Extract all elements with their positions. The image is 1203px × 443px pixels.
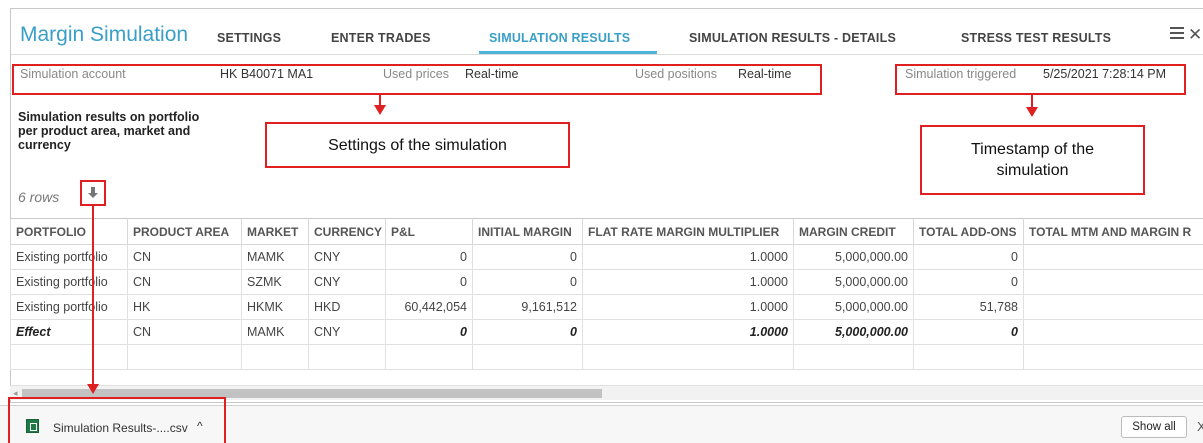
close-download-bar-icon[interactable]: X — [1197, 419, 1203, 434]
cell-pnl: 0 — [385, 244, 473, 270]
cell-margin-credit: 5,000,000.00 — [793, 244, 914, 270]
cell-total-mtm — [1023, 294, 1203, 320]
cell-pnl: 60,442,054 — [385, 294, 473, 320]
rows-count: 6 rows — [18, 189, 60, 205]
cell-total-mtm — [1023, 244, 1203, 270]
cell-currency: CNY — [308, 319, 386, 345]
cell-total-addons: 0 — [913, 319, 1024, 345]
tab-settings[interactable]: SETTINGS — [217, 31, 281, 45]
cell-market: HKMK — [241, 294, 309, 320]
col-header-pnl[interactable]: P&L — [385, 218, 473, 245]
table-row[interactable]: Existing portfolio CN MAMK CNY 0 0 1.000… — [10, 244, 1203, 270]
col-header-margin-credit[interactable]: MARGIN CREDIT — [793, 218, 914, 245]
tab-simulation-results[interactable]: SIMULATION RESULTS — [489, 31, 630, 45]
timestamp-callout-line1: Timestamp of the — [970, 141, 1094, 158]
tab-simulation-results-details[interactable]: SIMULATION RESULTS - DETAILS — [689, 31, 896, 45]
col-header-initial-margin[interactable]: INITIAL MARGIN — [472, 218, 583, 245]
download-file-highlight-box — [8, 397, 226, 443]
cell-margin-credit: 5,000,000.00 — [793, 269, 914, 295]
close-icon[interactable]: ✕ — [1188, 25, 1202, 45]
table-row-effect[interactable]: Effect CN MAMK CNY 0 0 1.0000 5,000,000.… — [10, 319, 1203, 345]
cell-pnl: 0 — [385, 269, 473, 295]
col-header-flat-rate[interactable]: FLAT RATE MARGIN MULTIPLIER — [582, 218, 794, 245]
cell-total-mtm — [1023, 319, 1203, 345]
download-arrow-line — [92, 206, 94, 386]
col-header-portfolio[interactable]: PORTFOLIO — [10, 218, 128, 245]
cell-product-area: CN — [127, 269, 242, 295]
download-highlight-box — [80, 180, 106, 206]
cell-initial-margin: 0 — [472, 319, 583, 345]
settings-highlight-box — [12, 64, 822, 95]
cell-portfolio: Existing portfolio — [10, 269, 128, 295]
section-title: Simulation results on portfolio per prod… — [18, 110, 200, 152]
cell-margin-credit: 5,000,000.00 — [793, 294, 914, 320]
cell-market: SZMK — [241, 269, 309, 295]
cell-total-addons: 0 — [913, 269, 1024, 295]
timestamp-callout: Timestamp of the simulation — [920, 125, 1145, 195]
table-header-row: PORTFOLIO PRODUCT AREA MARKET CURRENCY P… — [10, 218, 1203, 245]
app-title: Margin Simulation — [20, 23, 189, 46]
timestamp-arrow-head — [1026, 107, 1038, 117]
cell-total-addons: 51,788 — [913, 294, 1024, 320]
cell-portfolio: Effect — [10, 319, 128, 345]
col-header-market[interactable]: MARKET — [241, 218, 309, 245]
timestamp-callout-line2: simulation — [996, 162, 1069, 179]
table-row[interactable]: Existing portfolio CN SZMK CNY 0 0 1.000… — [10, 269, 1203, 295]
tab-stress-test-results[interactable]: STRESS TEST RESULTS — [961, 31, 1111, 45]
col-header-total-mtm[interactable]: TOTAL MTM AND MARGIN R — [1023, 218, 1203, 245]
cell-initial-margin: 9,161,512 — [472, 294, 583, 320]
settings-arrow-head — [374, 105, 386, 115]
cell-product-area: HK — [127, 294, 242, 320]
cell-currency: CNY — [308, 244, 386, 270]
results-table: PORTFOLIO PRODUCT AREA MARKET CURRENCY P… — [10, 218, 1203, 370]
cell-product-area: CN — [127, 319, 242, 345]
cell-market: MAMK — [241, 244, 309, 270]
cell-flat-rate: 1.0000 — [582, 319, 794, 345]
cell-currency: HKD — [308, 294, 386, 320]
app-header: Margin Simulation SETTINGS ENTER TRADES … — [11, 9, 1203, 55]
active-tab-indicator — [479, 51, 657, 54]
cell-portfolio: Existing portfolio — [10, 244, 128, 270]
cell-portfolio: Existing portfolio — [10, 294, 128, 320]
col-header-total-addons[interactable]: TOTAL ADD-ONS — [913, 218, 1024, 245]
tab-enter-trades[interactable]: ENTER TRADES — [331, 31, 431, 45]
cell-flat-rate: 1.0000 — [582, 294, 794, 320]
cell-market: MAMK — [241, 319, 309, 345]
table-row[interactable]: Existing portfolio HK HKMK HKD 60,442,05… — [10, 294, 1203, 320]
timestamp-highlight-box — [895, 64, 1186, 95]
menu-icon[interactable] — [1170, 27, 1184, 39]
cell-total-addons: 0 — [913, 244, 1024, 270]
download-arrow-head — [87, 384, 99, 394]
cell-pnl: 0 — [385, 319, 473, 345]
settings-callout: Settings of the simulation — [265, 122, 570, 168]
cell-initial-margin: 0 — [472, 269, 583, 295]
table-row-empty — [10, 344, 1203, 370]
cell-initial-margin: 0 — [472, 244, 583, 270]
cell-flat-rate: 1.0000 — [582, 244, 794, 270]
show-all-button[interactable]: Show all — [1121, 416, 1187, 438]
col-header-currency[interactable]: CURRENCY — [308, 218, 386, 245]
cell-product-area: CN — [127, 244, 242, 270]
cell-currency: CNY — [308, 269, 386, 295]
col-header-product-area[interactable]: PRODUCT AREA — [127, 218, 242, 245]
cell-flat-rate: 1.0000 — [582, 269, 794, 295]
cell-margin-credit: 5,000,000.00 — [793, 319, 914, 345]
cell-total-mtm — [1023, 269, 1203, 295]
